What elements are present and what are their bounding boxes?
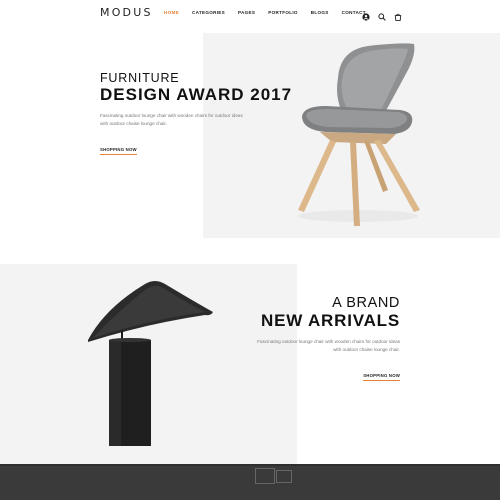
hero1-title: DESIGN AWARD 2017 <box>100 85 293 104</box>
hero2-desc-line1: Fascinating outdoor lounge chair with wo… <box>257 339 400 344</box>
site-header: MODUS HOME CATEGORIES PAGES PORTFOLIO BL… <box>0 0 500 30</box>
search-icon[interactable] <box>378 8 386 21</box>
hero1-desc-line1: Fascinating outdoor lounge chair with wo… <box>100 113 243 118</box>
hero1-shop-button[interactable]: SHOPPING NOW <box>100 147 137 155</box>
wall-frame <box>276 470 292 483</box>
user-icon[interactable] <box>362 8 370 21</box>
cart-icon[interactable] <box>394 8 402 21</box>
hero2-description: Fascinating outdoor lounge chair with wo… <box>210 338 400 354</box>
strip-shade <box>0 464 500 466</box>
hero2-subtitle: A BRAND <box>332 295 400 311</box>
hero1-desc-line2: with outdoor chaise lounge chair. <box>100 121 167 126</box>
nav-pages[interactable]: PAGES <box>238 10 255 15</box>
site-logo[interactable]: MODUS <box>100 6 153 19</box>
hero2-title: NEW ARRIVALS <box>261 311 400 330</box>
hero1-description: Fascinating outdoor lounge chair with wo… <box>100 112 300 128</box>
hero2-desc-line2: with outdoor chaise lounge chair. <box>333 347 400 352</box>
nav-categories[interactable]: CATEGORIES <box>192 10 225 15</box>
nav-blogs[interactable]: BLOGS <box>311 10 329 15</box>
nav-home[interactable]: HOME <box>164 10 179 15</box>
bottom-dark-section <box>0 464 500 500</box>
lamp-image <box>88 281 213 446</box>
wall-frame <box>255 468 275 484</box>
main-nav: HOME CATEGORIES PAGES PORTFOLIO BLOGS CO… <box>164 10 379 15</box>
hero1-subtitle: FURNITURE <box>100 71 180 85</box>
header-icons <box>362 8 402 21</box>
nav-portfolio[interactable]: PORTFOLIO <box>268 10 298 15</box>
chair-image <box>298 43 420 226</box>
hero2-shop-button[interactable]: SHOPPING NOW <box>363 373 400 381</box>
